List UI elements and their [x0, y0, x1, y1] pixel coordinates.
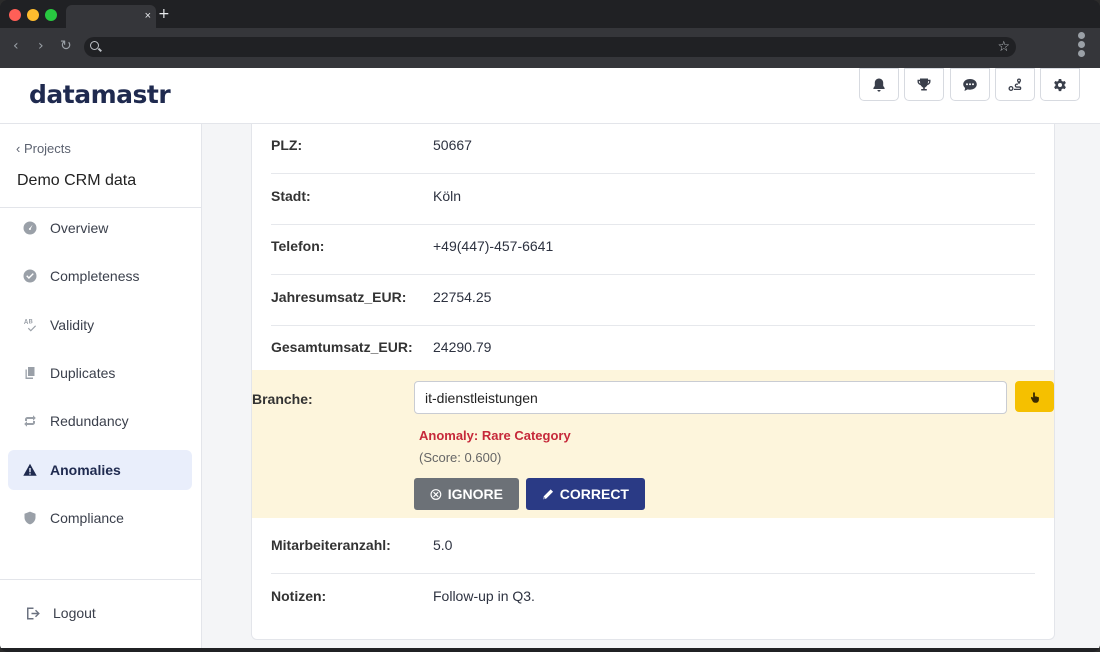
field-value: 5.0 — [433, 537, 453, 553]
field-row: Stadt: Köln — [271, 175, 1035, 225]
sidebar-item-label: Validity — [50, 317, 95, 333]
field-value: 50667 — [433, 137, 472, 153]
sidebar-item-label: Completeness — [50, 268, 140, 284]
field-value: Follow-up in Q3. — [433, 588, 535, 604]
field-value: Köln — [433, 188, 462, 204]
logo[interactable]: datamastr — [29, 80, 171, 109]
sidebar: ‹ Projects Demo CRM data Overview Comple… — [0, 124, 202, 648]
sidebar-item-label: Compliance — [50, 510, 124, 526]
field-label: Stadt: — [271, 188, 311, 204]
projects-back-link[interactable]: ‹ Projects — [16, 141, 71, 156]
hand-pointer-icon — [1030, 391, 1039, 403]
page-scrollbar[interactable] — [1086, 124, 1100, 648]
logout-icon — [27, 607, 40, 619]
sync-icon — [24, 415, 36, 427]
flag-button[interactable] — [1015, 381, 1054, 412]
pencil-icon — [543, 488, 554, 499]
address-bar[interactable]: ☆ — [84, 37, 1016, 57]
tab-bar: × + — [0, 0, 1100, 28]
field-row: Gesamtumsatz_EUR: 24290.79 — [271, 326, 1035, 376]
field-label: Mitarbeiteranzahl: — [271, 537, 391, 553]
field-row: Notizen: Follow-up in Q3. — [271, 575, 1035, 625]
route-icon — [1008, 78, 1022, 91]
sidebar-item-validity[interactable]: Validity — [8, 305, 192, 345]
minimize-window-button[interactable] — [27, 9, 39, 21]
anomaly-score: (Score: 0.600) — [419, 450, 502, 465]
forward-button[interactable]: › — [38, 38, 44, 54]
bell-icon — [873, 78, 885, 92]
search-icon — [90, 41, 99, 50]
sidebar-divider — [0, 579, 201, 580]
bookmark-star-icon[interactable]: ☆ — [997, 38, 1010, 56]
correct-button[interactable]: CORRECT — [526, 478, 645, 510]
correct-button-label: CORRECT — [559, 486, 629, 502]
sidebar-item-anomalies[interactable]: Anomalies — [8, 450, 192, 490]
cancel-circle-icon — [430, 488, 442, 500]
back-button[interactable]: ‹ — [13, 38, 19, 54]
sidebar-item-compliance[interactable]: Compliance — [8, 498, 192, 538]
settings-button[interactable] — [1040, 68, 1080, 101]
field-row: PLZ: 50667 — [271, 124, 1035, 174]
spellcheck-icon — [24, 319, 36, 332]
anomaly-title: Anomaly: Rare Category — [419, 428, 571, 443]
browser-menu-icon[interactable] — [1078, 32, 1086, 59]
check-circle-icon — [23, 269, 37, 283]
sidebar-item-label: Redundancy — [50, 413, 129, 429]
messages-button[interactable] — [950, 68, 990, 101]
anomaly-panel: Branche: Anomaly: Rare Category (Score: … — [252, 370, 1054, 518]
new-tab-button[interactable]: + — [158, 6, 170, 22]
browser-tab[interactable]: × — [66, 5, 156, 28]
project-name: Demo CRM data — [17, 172, 137, 189]
chat-icon — [963, 78, 977, 91]
reload-button[interactable]: ↻ — [60, 38, 72, 54]
gear-icon — [1054, 78, 1066, 91]
logout-button[interactable]: Logout — [26, 605, 96, 621]
field-label: Notizen: — [271, 588, 327, 604]
field-label: Gesamtumsatz_EUR: — [271, 339, 413, 355]
anomaly-field-label: Branche: — [252, 391, 313, 407]
field-row: Telefon: +49(447)-457-6641 — [271, 225, 1035, 275]
logout-label: Logout — [53, 605, 96, 621]
sidebar-item-label: Anomalies — [50, 462, 121, 478]
notifications-button[interactable] — [859, 68, 899, 101]
copy-icon — [25, 367, 35, 379]
field-value: 24290.79 — [433, 339, 492, 355]
sidebar-item-label: Overview — [50, 220, 109, 236]
trophy-icon — [917, 78, 931, 90]
maximize-window-button[interactable] — [45, 9, 57, 21]
app-viewport: datamastr ‹ Projects Demo CRM data Overv… — [0, 68, 1100, 648]
record-card: PLZ: 50667 Stadt: Köln Telefon: +49(447)… — [251, 124, 1055, 640]
field-row: Mitarbeiteranzahl: 5.0 — [271, 524, 1035, 574]
sidebar-item-duplicates[interactable]: Duplicates — [8, 353, 192, 393]
app-header: datamastr — [0, 68, 1100, 124]
field-label: Telefon: — [271, 238, 325, 254]
sidebar-item-redundancy[interactable]: Redundancy — [8, 401, 192, 441]
ignore-button-label: IGNORE — [447, 486, 503, 502]
shield-icon — [24, 511, 36, 525]
sidebar-item-completeness[interactable]: Completeness — [8, 256, 192, 296]
achievements-button[interactable] — [904, 68, 944, 101]
route-button[interactable] — [995, 68, 1035, 101]
browser-toolbar: ‹ › ↻ ☆ — [0, 28, 1100, 68]
sidebar-item-overview[interactable]: Overview — [8, 208, 192, 248]
tab-close-icon[interactable]: × — [145, 8, 151, 24]
field-label: PLZ: — [271, 137, 303, 153]
branche-input[interactable] — [414, 381, 1007, 414]
gauge-icon — [23, 221, 37, 235]
warning-icon — [23, 463, 37, 476]
ignore-button[interactable]: IGNORE — [414, 478, 519, 510]
field-label: Jahresumsatz_EUR: — [271, 289, 407, 305]
field-value: 22754.25 — [433, 289, 492, 305]
field-row: Jahresumsatz_EUR: 22754.25 — [271, 276, 1035, 326]
field-value: +49(447)-457-6641 — [433, 238, 554, 254]
sidebar-item-label: Duplicates — [50, 365, 116, 381]
browser-window: × + ‹ › ↻ ☆ datamastr ‹ Projects Demo CR… — [0, 0, 1100, 652]
close-window-button[interactable] — [9, 9, 21, 21]
